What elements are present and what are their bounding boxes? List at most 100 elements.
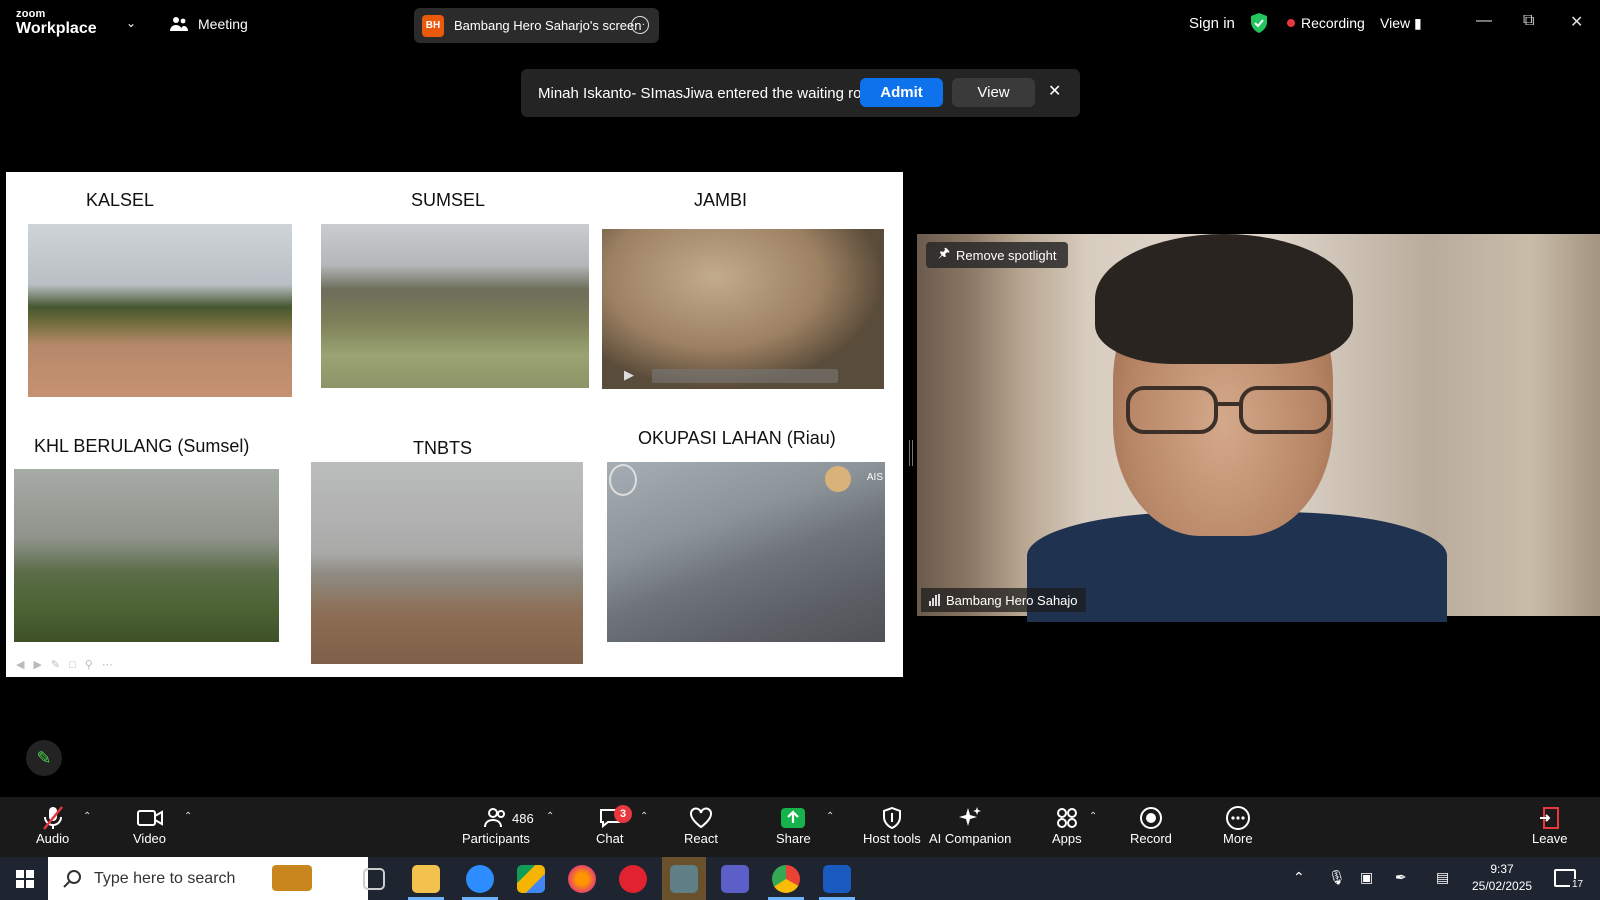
remove-spotlight-label: Remove spotlight bbox=[956, 247, 1057, 263]
react-label: React bbox=[684, 831, 718, 846]
antivirus-icon[interactable] bbox=[619, 865, 647, 893]
clock-time: 9:37 bbox=[1490, 862, 1514, 876]
slide-label-okupasi: OKUPASI LAHAN (Riau) bbox=[638, 428, 836, 448]
participants-icon bbox=[483, 805, 508, 831]
compass-icon bbox=[609, 464, 637, 496]
play-icon[interactable]: ▶ bbox=[624, 367, 634, 383]
close-window-icon[interactable]: ✕ bbox=[1570, 12, 1583, 32]
recording-indicator[interactable]: Recording bbox=[1287, 15, 1365, 31]
video-jambi[interactable]: ▶ bbox=[602, 229, 884, 389]
people-icon bbox=[170, 17, 188, 31]
tray-pen-icon[interactable]: ✒ bbox=[1395, 869, 1407, 886]
photo-sumsel bbox=[321, 224, 589, 388]
speaker-glasses bbox=[1126, 386, 1331, 434]
photo-kalsel bbox=[28, 224, 292, 397]
record-button[interactable]: Record bbox=[1130, 805, 1172, 846]
view-waiting-room-button[interactable]: View bbox=[952, 78, 1035, 107]
tray-mic-icon[interactable]: 🎙 bbox=[1328, 869, 1346, 886]
okupasi-watermark: AIS bbox=[866, 472, 883, 483]
zoom-app-icon[interactable] bbox=[466, 865, 494, 893]
slide-label-kalsel: KALSEL bbox=[86, 190, 155, 210]
file-explorer-icon[interactable] bbox=[412, 865, 440, 893]
chevron-down-icon[interactable]: ⌄ bbox=[126, 16, 136, 30]
annotate-pencil-icon[interactable]: ✎ bbox=[26, 740, 62, 776]
admit-button[interactable]: Admit bbox=[860, 78, 943, 107]
ai-companion-label: AI Companion bbox=[929, 831, 1012, 846]
search-placeholder: Type here to search bbox=[94, 869, 236, 887]
speaker-video: 🖈 Remove spotlight Bambang Hero Sahajo bbox=[917, 234, 1600, 622]
waiting-room-notification: Minah Iskanto- SImasJiwa entered the wai… bbox=[521, 69, 1080, 117]
taskbar-search-box[interactable]: Type here to search bbox=[48, 857, 368, 900]
view-layout-icon: ▮ bbox=[1413, 15, 1422, 31]
meeting-toolbar: Audio ⌃ Video ⌃ Participants 486 ⌃ Chat … bbox=[0, 797, 1600, 857]
audio-options-chevron-icon[interactable]: ⌃ bbox=[83, 811, 91, 822]
tray-network-icon[interactable]: ▤ bbox=[1436, 869, 1449, 886]
chat-options-chevron-icon[interactable]: ⌃ bbox=[640, 811, 648, 822]
slide-toolbar[interactable]: ◀▶✎□⚲⋯ bbox=[16, 658, 122, 671]
apps-grid-icon bbox=[1055, 805, 1079, 831]
briefcase-icon bbox=[272, 865, 312, 891]
zoom-logo: zoom Workplace bbox=[16, 9, 97, 37]
sparkle-icon bbox=[958, 805, 982, 831]
meeting-button[interactable]: Meeting bbox=[170, 16, 248, 32]
more-dots-icon bbox=[1225, 805, 1251, 831]
view-menu-button[interactable]: View ▮ bbox=[1380, 15, 1422, 32]
video-label: Video bbox=[133, 831, 167, 846]
more-options-icon[interactable]: ··· bbox=[631, 16, 649, 34]
react-button[interactable]: React bbox=[684, 805, 718, 846]
chat-unread-badge: 3 bbox=[614, 805, 632, 823]
slide-label-tnbts: TNBTS bbox=[413, 438, 473, 458]
panel-resize-handle[interactable] bbox=[909, 440, 913, 466]
leave-button[interactable]: Leave bbox=[1532, 805, 1567, 846]
participants-label: Participants bbox=[462, 831, 530, 846]
google-drive-icon[interactable] bbox=[517, 865, 545, 893]
audio-button[interactable]: Audio bbox=[36, 805, 69, 846]
tray-chevron-up-icon[interactable]: ⌃ bbox=[1293, 869, 1305, 886]
host-tools-label: Host tools bbox=[863, 831, 921, 846]
ai-companion-button[interactable]: AI Companion bbox=[929, 805, 1011, 846]
apps-button[interactable]: Apps bbox=[1052, 805, 1082, 846]
slide-label-khl-berulang: KHL BERULANG (Sumsel) bbox=[34, 436, 250, 456]
record-icon bbox=[1139, 805, 1163, 831]
video-button[interactable]: Video bbox=[133, 805, 166, 846]
logo-top: zoom bbox=[16, 8, 46, 20]
task-view-icon[interactable] bbox=[363, 868, 385, 890]
close-notification-icon[interactable]: ✕ bbox=[1048, 81, 1061, 101]
recording-label: Recording bbox=[1301, 15, 1365, 31]
agency-logo-icon bbox=[825, 466, 851, 492]
more-button[interactable]: More bbox=[1223, 805, 1253, 846]
video-camera-icon bbox=[136, 805, 164, 831]
share-options-chevron-icon[interactable]: ⌃ bbox=[826, 811, 834, 822]
restore-icon[interactable]: ⧉ bbox=[1523, 12, 1534, 30]
apps-options-chevron-icon[interactable]: ⌃ bbox=[1089, 811, 1097, 822]
view-label: View bbox=[1380, 15, 1411, 31]
slide-label-jambi: JAMBI bbox=[694, 190, 748, 210]
taskbar-clock[interactable]: 9:37 25/02/2025 bbox=[1472, 861, 1532, 895]
word-icon[interactable] bbox=[823, 865, 851, 893]
windows-start-icon[interactable] bbox=[16, 870, 34, 888]
sign-in-link[interactable]: Sign in bbox=[1189, 15, 1235, 32]
photo-tnbts bbox=[311, 462, 583, 664]
video-progress-bar[interactable] bbox=[652, 369, 838, 383]
recording-dot-icon bbox=[1287, 19, 1295, 27]
chrome-icon[interactable] bbox=[772, 865, 800, 893]
share-button[interactable]: Share bbox=[776, 805, 811, 846]
video-options-chevron-icon[interactable]: ⌃ bbox=[184, 811, 192, 822]
tray-display-icon[interactable]: ▣ bbox=[1360, 869, 1373, 886]
pin-icon: 🖈 bbox=[938, 245, 951, 260]
screen-share-indicator[interactable]: BH Bambang Hero Saharjo's screen ··· bbox=[414, 8, 659, 43]
host-shield-icon bbox=[882, 805, 902, 831]
photo-khl-berulang bbox=[14, 469, 279, 642]
firefox-icon[interactable] bbox=[568, 865, 596, 893]
logo-bottom: Workplace bbox=[16, 20, 97, 37]
participants-options-chevron-icon[interactable]: ⌃ bbox=[546, 811, 554, 822]
slide-label-sumsel: SUMSEL bbox=[411, 190, 486, 210]
host-tools-button[interactable]: Host tools bbox=[863, 805, 921, 846]
speaker-hair bbox=[1095, 234, 1353, 364]
remove-spotlight-button[interactable]: 🖈 Remove spotlight bbox=[926, 242, 1069, 268]
minimize-icon[interactable]: — bbox=[1476, 12, 1492, 30]
participant-name: Bambang Hero Sahajo bbox=[946, 592, 1078, 608]
teams-icon[interactable] bbox=[721, 865, 749, 893]
encryption-shield-icon[interactable] bbox=[1250, 13, 1268, 33]
clock-date: 25/02/2025 bbox=[1472, 879, 1533, 893]
